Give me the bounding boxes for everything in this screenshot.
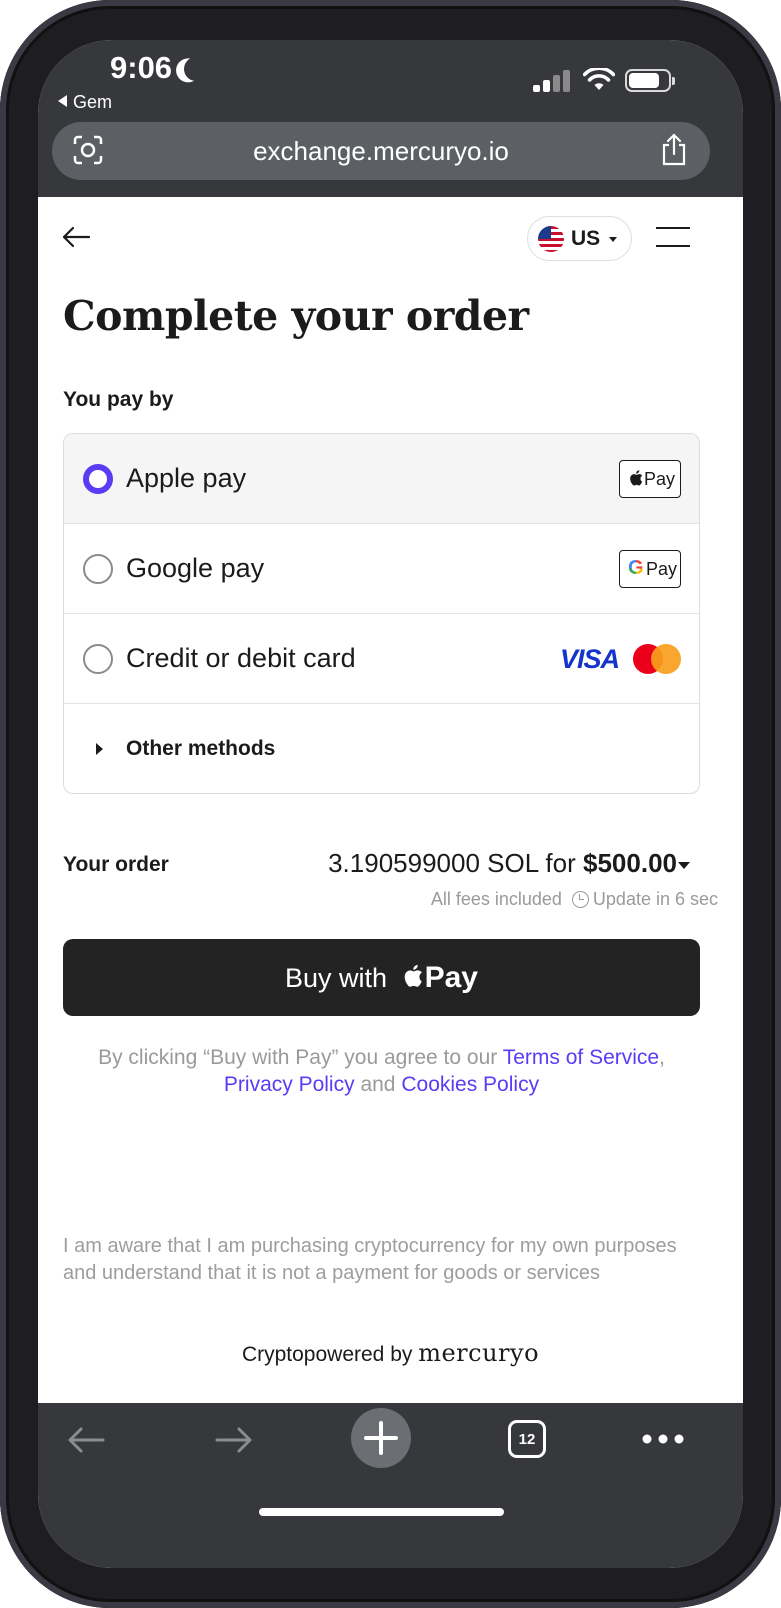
browser-bottom-toolbar: 12	[38, 1403, 743, 1568]
buy-with-apple-pay-button[interactable]: Buy with Pay	[63, 939, 700, 1016]
more-options-icon[interactable]	[642, 1433, 684, 1445]
browser-back-icon[interactable]	[66, 1425, 106, 1455]
back-triangle-icon	[58, 95, 67, 107]
order-amount: 3.190599000 SOL for	[328, 848, 576, 878]
payment-methods-list: Apple pay Pay Google pay G Pay Credit or…	[63, 433, 700, 794]
payment-method-card[interactable]: Credit or debit card VISA	[64, 614, 699, 704]
other-methods-toggle[interactable]: Other methods	[64, 705, 699, 793]
clock-icon	[571, 891, 589, 908]
home-indicator	[259, 1508, 504, 1516]
payment-method-apple-pay[interactable]: Apple pay Pay	[64, 434, 699, 524]
moon-icon	[181, 54, 212, 85]
wifi-icon	[583, 68, 615, 90]
method-label: Apple pay	[126, 463, 247, 493]
method-label: Google pay	[126, 553, 265, 583]
order-amount-toggle[interactable]: 3.190599000 SOL for $500.00	[328, 848, 677, 879]
cellular-signal-icon	[533, 70, 571, 92]
visa-logo: VISA	[559, 644, 620, 674]
screen: 9:06 Gem exchange.mercuryo.io US Complet…	[38, 40, 743, 1568]
badge-pay-text: Pay	[644, 469, 676, 489]
new-tab-button[interactable]	[351, 1408, 411, 1468]
powered-by: Cryptopowered by mercuryo	[38, 1339, 743, 1367]
tab-count: 12	[518, 1431, 536, 1448]
radio-unselected[interactable]	[83, 644, 113, 674]
caret-right-icon	[96, 743, 103, 755]
buy-button-prefix: Buy with	[285, 963, 388, 993]
us-flag-icon	[538, 226, 564, 252]
buy-button-pay: Pay	[424, 961, 478, 994]
cookies-policy-link[interactable]: Cookies Policy	[401, 1073, 539, 1096]
status-time: 9:06	[110, 50, 173, 85]
language-code: US	[571, 227, 601, 250]
web-page: US Complete your order You pay by Apple …	[38, 197, 743, 1403]
terms-comma: ,	[659, 1046, 665, 1069]
browser-top-chrome: 9:06 Gem exchange.mercuryo.io	[38, 40, 743, 202]
google-pay-badge: G Pay	[619, 550, 681, 588]
back-arrow-icon[interactable]	[60, 225, 92, 249]
payment-method-google-pay[interactable]: Google pay G Pay	[64, 524, 699, 614]
badge-pay-text: Pay	[646, 559, 678, 579]
terms-prefix: By clicking “Buy with Pay” you agree to …	[98, 1046, 498, 1069]
powered-by-prefix: Cryptopowered by	[241, 1343, 413, 1366]
fees-included-text: All fees included	[430, 889, 562, 909]
browser-forward-icon[interactable]	[214, 1425, 254, 1455]
mastercard-logo-icon	[633, 644, 681, 674]
buy-button-content: Buy with Pay	[63, 961, 700, 995]
battery-icon	[625, 69, 675, 92]
order-price: $500.00	[583, 848, 677, 878]
plus-icon	[364, 1421, 398, 1455]
back-to-app-link[interactable]: Gem	[58, 92, 112, 113]
language-selector[interactable]: US	[527, 216, 632, 261]
fees-line: All fees included Update in 6 sec	[431, 889, 718, 910]
other-methods-label: Other methods	[126, 737, 276, 760]
radio-selected[interactable]	[83, 464, 113, 494]
order-label: Your order	[63, 853, 169, 876]
url-text: exchange.mercuryo.io	[253, 136, 509, 166]
apple-logo-icon	[630, 470, 643, 486]
method-label: Credit or debit card	[126, 643, 356, 673]
tabs-button[interactable]: 12	[508, 1420, 546, 1458]
caret-down-icon[interactable]	[678, 862, 690, 869]
pay-by-label: You pay by	[63, 388, 174, 411]
privacy-policy-link[interactable]: Privacy Policy	[224, 1073, 355, 1096]
url-bar[interactable]: exchange.mercuryo.io	[52, 122, 710, 180]
page-title: Complete your order	[63, 292, 529, 340]
share-icon[interactable]	[660, 133, 688, 167]
apple-logo-icon	[404, 964, 422, 987]
terms-and: and	[360, 1073, 396, 1096]
hamburger-menu-icon[interactable]	[656, 227, 690, 247]
mercuryo-logo: mercuryo	[418, 1339, 540, 1367]
terms-of-service-link[interactable]: Terms of Service	[503, 1046, 659, 1069]
back-app-label: Gem	[73, 92, 113, 112]
update-timer-text: Update in 6 sec	[592, 889, 718, 909]
radio-unselected[interactable]	[83, 554, 113, 584]
caret-down-icon	[609, 237, 617, 242]
google-g-icon: G	[628, 557, 644, 579]
purchase-disclaimer: I am aware that I am purchasing cryptocu…	[63, 1235, 677, 1284]
apple-pay-badge: Pay	[619, 460, 681, 498]
terms-notice: By clicking “Buy with Pay” you agree to …	[63, 1044, 700, 1098]
